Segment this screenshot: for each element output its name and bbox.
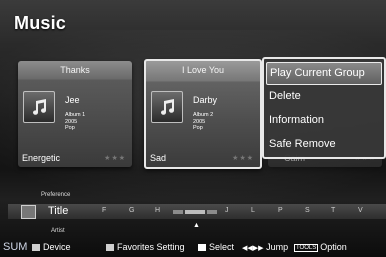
- help-option-label: Option: [320, 242, 347, 252]
- sort-option-below[interactable]: Artist: [51, 228, 65, 234]
- card-rating: ★★★: [232, 155, 254, 162]
- music-note-icon: [33, 99, 47, 115]
- card-rating: ★★★: [104, 155, 126, 162]
- index-letter[interactable]: V: [358, 207, 363, 214]
- album-card-i-love-you[interactable]: I Love You Darby Album 2 2005 Pop Sad ★★…: [144, 59, 262, 169]
- card-meta: Album 2 2005 Pop: [193, 112, 213, 132]
- index-letter[interactable]: S: [305, 207, 310, 214]
- tools-key-icon: TOOLS: [294, 244, 319, 252]
- help-device-label: Device: [43, 242, 71, 252]
- help-bar: SUM Device Favorites Setting Select ◀◀▶▶…: [0, 238, 386, 257]
- index-segment: [173, 210, 183, 214]
- card-album: Album 1: [65, 112, 86, 118]
- rewind-icon: ◀◀: [242, 245, 253, 252]
- sum-label: SUM: [3, 241, 28, 253]
- index-letter[interactable]: L: [251, 207, 255, 214]
- page-title: Music: [14, 13, 67, 33]
- card-artist: Jee: [65, 95, 80, 105]
- favorites-key-icon: [106, 244, 114, 251]
- index-letter[interactable]: H: [155, 207, 160, 214]
- help-device[interactable]: Device: [32, 238, 71, 257]
- menu-item-delete[interactable]: Delete: [266, 86, 382, 107]
- menu-item-play-current-group[interactable]: Play Current Group: [266, 62, 382, 85]
- help-jump[interactable]: ◀◀▶▶ Jump: [242, 238, 288, 257]
- card-mood: Sad: [150, 153, 167, 163]
- index-letter[interactable]: J: [225, 207, 229, 214]
- card-artist: Darby: [193, 95, 218, 105]
- caret-up-icon: ▲: [193, 222, 200, 229]
- help-select[interactable]: Select: [198, 238, 234, 257]
- album-card-thanks[interactable]: Thanks Jee Album 1 2005 Pop Energetic ★★…: [18, 61, 132, 167]
- card-mood: Energetic: [22, 153, 61, 163]
- card-group-title: Thanks: [60, 65, 90, 75]
- index-segment-current: [185, 210, 205, 214]
- help-option[interactable]: TOOLS Option: [294, 238, 347, 257]
- index-letter[interactable]: G: [129, 207, 134, 214]
- help-favorites[interactable]: Favorites Setting: [106, 238, 185, 257]
- music-note-icon: [161, 99, 175, 115]
- sort-option-above[interactable]: Preference: [41, 192, 70, 198]
- album-thumbnail: [23, 91, 55, 123]
- help-select-label: Select: [209, 242, 235, 252]
- index-letter[interactable]: T: [331, 207, 335, 214]
- album-thumbnail: [151, 91, 183, 123]
- select-key-icon: [198, 244, 206, 251]
- sort-index-bar: Title F G H J L P S T V: [8, 204, 386, 219]
- menu-item-information[interactable]: Information: [266, 110, 382, 131]
- card-album: Album 2: [193, 112, 214, 118]
- device-key-icon: [32, 244, 40, 251]
- index-letter[interactable]: P: [278, 207, 283, 214]
- index-letter[interactable]: F: [102, 207, 106, 214]
- card-genre: Pop: [65, 125, 75, 131]
- help-jump-label: Jump: [266, 242, 289, 252]
- sort-icon: [21, 205, 36, 219]
- card-meta: Album 1 2005 Pop: [65, 112, 85, 132]
- help-favorites-label: Favorites Setting: [117, 242, 185, 252]
- menu-item-safe-remove[interactable]: Safe Remove: [266, 134, 382, 155]
- card-group-title: I Love You: [181, 65, 225, 75]
- card-genre: Pop: [193, 125, 203, 131]
- index-segment: [207, 210, 217, 214]
- fast-forward-icon: ▶▶: [252, 245, 264, 252]
- options-menu: Play Current Group Delete Information Sa…: [262, 57, 386, 159]
- sort-current[interactable]: Title: [48, 205, 68, 217]
- music-screen: Music Thanks Jee Album 1 2005 Pop Energe…: [0, 0, 386, 257]
